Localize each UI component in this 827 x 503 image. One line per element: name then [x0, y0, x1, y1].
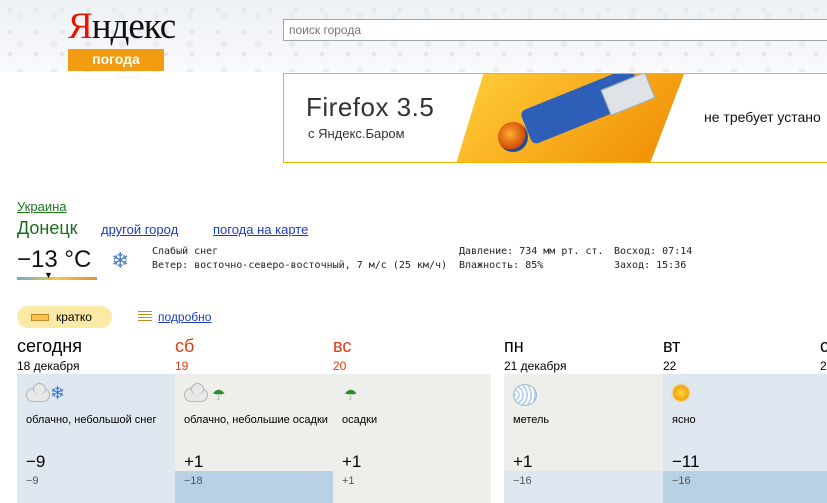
- forecast-night-temperature: −9: [26, 475, 39, 487]
- forecast-day-temperature: +1: [513, 452, 533, 471]
- forecast-day-name: сегодня: [17, 336, 82, 356]
- forecast-night-temperature: −18: [184, 475, 203, 487]
- current-temperature: −13 °C: [17, 246, 92, 273]
- tab-short-label: кратко: [56, 310, 92, 324]
- forecast-condition: облачно, небольшой снег: [26, 414, 157, 426]
- temperature-scale: [17, 277, 97, 280]
- temperature-pointer-icon: ▼: [44, 270, 53, 280]
- forecast-column: метель +1 −16: [504, 374, 663, 503]
- forecast-day-name: с: [820, 336, 827, 356]
- logo-text: Яндекс: [68, 6, 176, 47]
- forecast-condition: осадки: [342, 414, 378, 426]
- sunrise-info: Восход: 07:14: [614, 246, 693, 257]
- forecast-condition: ясно: [672, 414, 696, 426]
- night-band: [333, 471, 491, 503]
- short-view-icon: [31, 314, 49, 321]
- banner-title: Firefox 3.5: [306, 92, 435, 122]
- forecast-day-date: 2: [820, 359, 827, 373]
- wind-info: Ветер: восточно-северо-восточный, 7 м/с …: [152, 260, 448, 271]
- snowflake-icon: ❄: [50, 383, 66, 403]
- umbrella-icon: ☂: [344, 387, 358, 404]
- cloud-icon: [184, 383, 208, 402]
- forecast-column: ясно −11 −16: [663, 374, 827, 503]
- blizzard-icon: [513, 384, 537, 406]
- forecast-night-temperature: −16: [672, 475, 691, 487]
- forecast-day-date: 22: [663, 359, 677, 373]
- current-condition: Слабый снег: [152, 246, 219, 257]
- forecast-day-name: пн: [504, 336, 524, 356]
- forecast-column: ☂ облачно, небольшие осадки +1 −18: [175, 374, 333, 503]
- detailed-view-icon: [138, 311, 152, 321]
- country-link[interactable]: Украина: [17, 199, 67, 214]
- forecast-day-date: 20: [333, 359, 347, 373]
- forecast-day-temperature: +1: [342, 452, 362, 471]
- snowflake-icon: ❄: [111, 248, 130, 273]
- ad-banner[interactable]: Firefox 3.5 с Яндекс.Баром не требует ус…: [283, 73, 827, 163]
- forecast-condition: метель: [513, 414, 550, 426]
- yandex-logo[interactable]: Яндекс погода: [68, 6, 176, 71]
- forecast-day-name: сб: [175, 336, 195, 356]
- map-link[interactable]: погода на карте: [213, 222, 308, 237]
- pressure-info: Давление: 734 мм рт. ст.: [459, 246, 604, 257]
- humidity-info: Влажность: 85%: [459, 260, 544, 271]
- forecast-column: ❄ облачно, небольшой снег −9 −9: [17, 374, 175, 503]
- forecast-night-temperature: −16: [513, 475, 532, 487]
- forecast-column: ☂ осадки +1 +1: [333, 374, 491, 503]
- sun-icon: [673, 385, 689, 401]
- forecast-day-date: 18 декабря: [17, 359, 80, 373]
- forecast-condition: облачно, небольшие осадки: [184, 414, 328, 426]
- firefox-logo-icon: [498, 122, 528, 152]
- logo-badge: погода: [68, 49, 164, 71]
- banner-subtitle: с Яндекс.Баром: [308, 126, 405, 141]
- forecast-night-temperature: +1: [342, 475, 355, 487]
- forecast-day-temperature: +1: [184, 452, 204, 471]
- forecast-day-temperature: −11: [672, 452, 700, 471]
- forecast-day-temperature: −9: [26, 452, 46, 471]
- forecast-day-date: 21 декабря: [504, 359, 567, 373]
- cloud-icon: [26, 383, 50, 402]
- city-name: Донецк: [17, 218, 78, 238]
- banner-tagline: не требует устано: [704, 109, 821, 125]
- forecast-day-name: вс: [333, 336, 352, 356]
- umbrella-icon: ☂: [212, 387, 226, 404]
- search-input[interactable]: [283, 19, 827, 41]
- forecast-day-date: 19: [175, 359, 189, 373]
- sunset-info: Заход: 15:36: [614, 260, 687, 271]
- tab-detailed-label[interactable]: подробно: [158, 310, 211, 324]
- other-city-link[interactable]: другой город: [101, 222, 178, 237]
- forecast-day-name: вт: [663, 336, 681, 356]
- tab-short-view[interactable]: кратко: [17, 306, 112, 328]
- night-band: [17, 471, 175, 503]
